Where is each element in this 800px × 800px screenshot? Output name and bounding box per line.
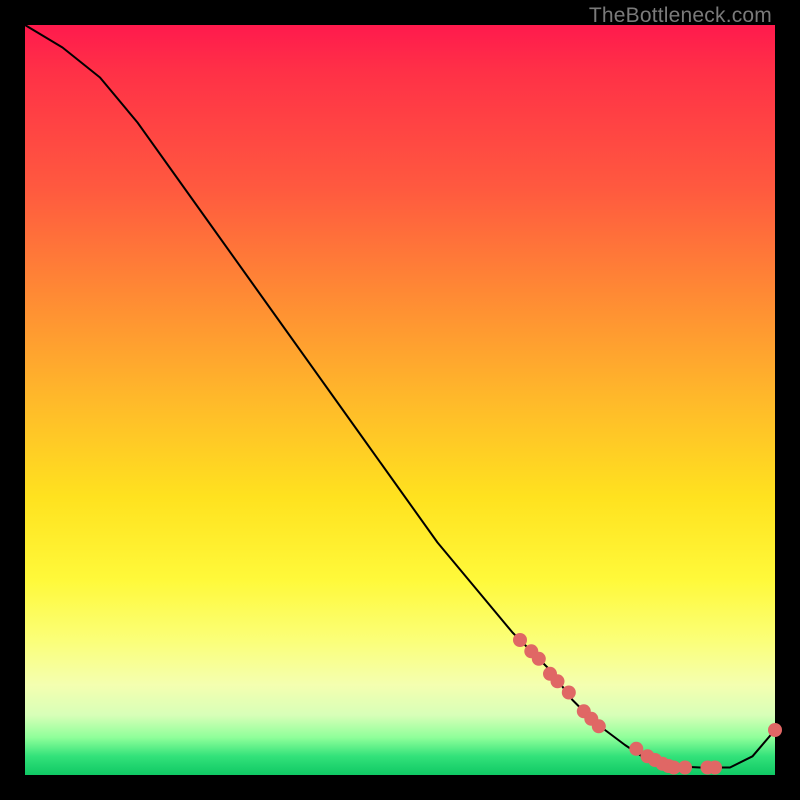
data-point: [678, 761, 692, 775]
data-point: [513, 633, 527, 647]
data-point: [562, 686, 576, 700]
data-point: [592, 719, 606, 733]
data-point: [768, 723, 782, 737]
chart-svg: [25, 25, 775, 775]
data-point: [532, 652, 546, 666]
chart-stage: TheBottleneck.com: [0, 0, 800, 800]
marker-group: [513, 633, 782, 775]
data-point: [551, 674, 565, 688]
bottleneck-curve: [25, 25, 775, 768]
plot-area: [25, 25, 775, 775]
data-point: [708, 761, 722, 775]
